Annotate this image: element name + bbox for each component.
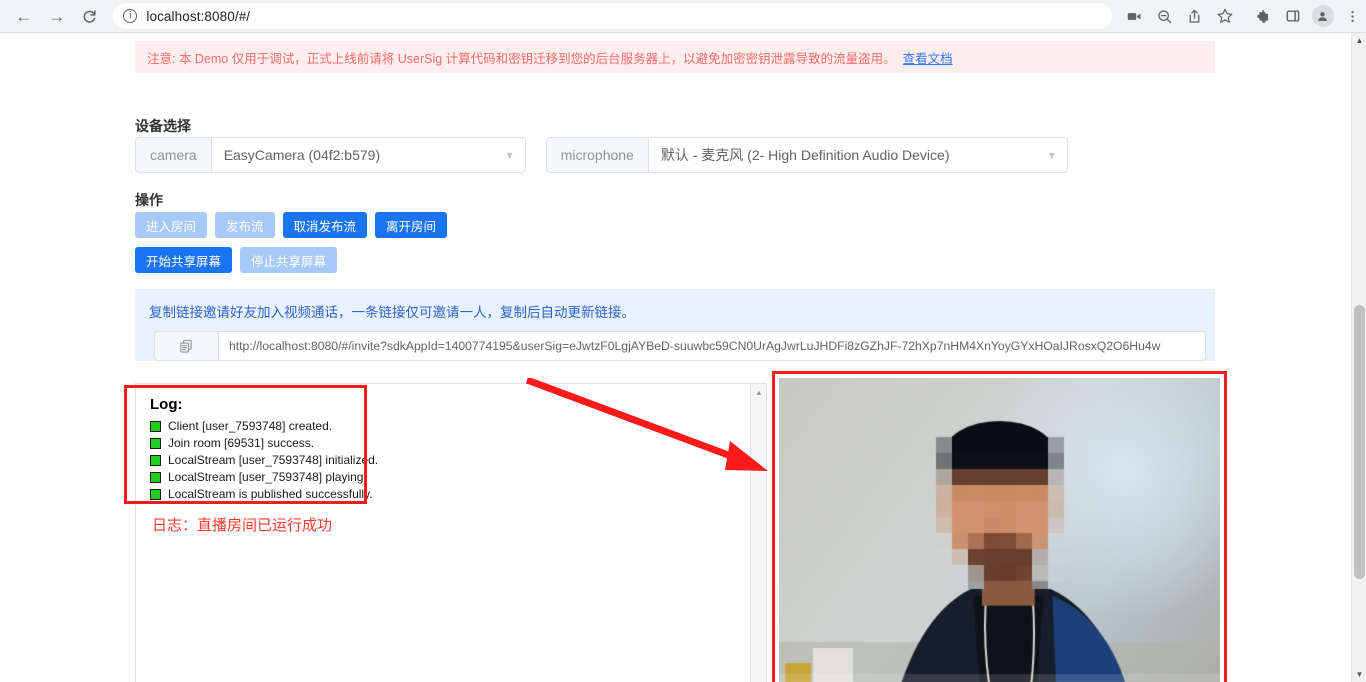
- local-video-player[interactable]: [779, 378, 1220, 682]
- forward-arrow-icon[interactable]: →: [43, 2, 70, 30]
- microphone-select-group: microphone 默认 - 麦克风 (2- High Definition …: [545, 137, 1068, 173]
- page-viewport: 注意: 本 Demo 仅用于调试，正式上线前请将 UserSig 计算代码和密钥…: [0, 33, 1366, 682]
- chevron-down-icon: ▾: [506, 148, 513, 162]
- usersig-warning-banner: 注意: 本 Demo 仅用于调试，正式上线前请将 UserSig 计算代码和密钥…: [135, 41, 1215, 73]
- log-entry: Join room [69531] success.: [150, 436, 752, 451]
- bookmark-star-icon[interactable]: [1212, 3, 1238, 29]
- log-entry-text: Client [user_7593748] created.: [168, 419, 333, 433]
- browser-toolbar: ← → i localhost:8080/#/: [0, 0, 1366, 33]
- triangle-down-icon[interactable]: ▼: [1352, 667, 1366, 682]
- page-content: 注意: 本 Demo 仅用于调试，正式上线前请将 UserSig 计算代码和密钥…: [0, 33, 1351, 682]
- log-entry-text: LocalStream [user_7593748] initialized.: [168, 453, 379, 467]
- browser-toolbar-right: [1118, 3, 1366, 29]
- log-content: Log: Client [user_7593748] created. Join …: [136, 384, 766, 516]
- view-docs-link[interactable]: 查看文档: [903, 48, 953, 67]
- camera-record-icon[interactable]: [1122, 3, 1148, 29]
- camera-select-group: camera EasyCamera (04f2:b579) ▾: [135, 137, 526, 173]
- log-status-square-icon: [150, 438, 161, 449]
- log-entry: Client [user_7593748] created.: [150, 419, 752, 434]
- log-status-square-icon: [150, 489, 161, 500]
- log-status-square-icon: [150, 421, 161, 432]
- operation-button-row: 开始共享屏幕 停止共享屏幕: [135, 247, 447, 273]
- log-entry-text: LocalStream [user_7593748] playing.: [168, 470, 367, 484]
- video-frame: [779, 378, 1220, 682]
- operation-button: 进入房间: [135, 212, 208, 238]
- log-entry: LocalStream [user_7593748] playing.: [150, 470, 752, 485]
- copy-icon[interactable]: [154, 331, 218, 361]
- operation-section-title: 操作: [135, 192, 163, 208]
- camera-select-value: EasyCamera (04f2:b579): [223, 147, 381, 163]
- microphone-select-label: microphone: [545, 137, 648, 173]
- operation-buttons: 进入房间 发布流 取消发布流 离开房间 开始共享屏幕 停止共享屏幕: [135, 212, 448, 282]
- device-section-title: 设备选择: [135, 118, 191, 134]
- log-status-square-icon: [150, 472, 161, 483]
- reload-icon[interactable]: [76, 2, 103, 30]
- three-dot-menu-icon[interactable]: [1340, 3, 1366, 29]
- zoom-out-icon[interactable]: [1152, 3, 1178, 29]
- profile-avatar-icon[interactable]: [1310, 3, 1336, 29]
- log-list: Client [user_7593748] created. Join room …: [150, 419, 752, 502]
- page-scrollbar[interactable]: ▲ ▼: [1351, 33, 1366, 682]
- microphone-select-value: 默认 - 麦克风 (2- High Definition Audio Devic…: [660, 147, 950, 163]
- triangle-up-icon[interactable]: ▲: [751, 384, 767, 400]
- log-scrollbar[interactable]: ▲ ▼: [750, 384, 766, 682]
- operation-button: 发布流: [215, 212, 275, 238]
- share-icon[interactable]: [1182, 3, 1208, 29]
- log-heading: Log:: [150, 396, 183, 413]
- log-entry-text: Join room [69531] success.: [168, 436, 315, 450]
- device-select-row: camera EasyCamera (04f2:b579) ▾ micropho…: [135, 137, 1068, 173]
- chevron-down-icon: ▾: [1048, 148, 1055, 162]
- operation-button: 停止共享屏幕: [240, 247, 338, 273]
- log-annotation-text: 日志：直播房间已运行成功: [152, 517, 333, 534]
- triangle-up-icon[interactable]: ▲: [1352, 33, 1366, 48]
- page-scrollbar-thumb[interactable]: [1354, 305, 1365, 579]
- invite-link-input[interactable]: http://localhost:8080/#/invite?sdkAppId=…: [218, 331, 1206, 361]
- extensions-puzzle-icon[interactable]: [1250, 3, 1276, 29]
- log-entry-text: LocalStream is published successfully.: [168, 487, 373, 501]
- invite-panel: 复制链接邀请好友加入视频通话，一条链接仅可邀请一人，复制后自动更新链接。 htt…: [135, 289, 1215, 361]
- back-arrow-icon[interactable]: ←: [10, 2, 37, 30]
- camera-select-label: camera: [135, 137, 211, 173]
- invite-link-field: http://localhost:8080/#/invite?sdkAppId=…: [154, 331, 1206, 361]
- operation-button[interactable]: 取消发布流: [282, 212, 368, 238]
- side-panel-icon[interactable]: [1280, 3, 1306, 29]
- microphone-select[interactable]: 默认 - 麦克风 (2- High Definition Audio Devic…: [647, 137, 1068, 173]
- log-status-square-icon: [150, 455, 161, 466]
- operation-button[interactable]: 离开房间: [375, 212, 448, 238]
- log-entry: LocalStream [user_7593748] initialized.: [150, 453, 752, 468]
- operation-button-row: 进入房间 发布流 取消发布流 离开房间: [135, 212, 448, 238]
- address-bar-url: localhost:8080/#/: [146, 8, 251, 24]
- invite-tip-text: 复制链接邀请好友加入视频通话，一条链接仅可邀请一人，复制后自动更新链接。: [149, 305, 635, 320]
- warning-banner-text: 注意: 本 Demo 仅用于调试，正式上线前请将 UserSig 计算代码和密钥…: [147, 51, 896, 66]
- operation-button[interactable]: 开始共享屏幕: [135, 247, 233, 273]
- camera-select[interactable]: EasyCamera (04f2:b579) ▾: [210, 137, 526, 173]
- address-bar[interactable]: i localhost:8080/#/: [113, 3, 1112, 29]
- log-entry: LocalStream is published successfully.: [150, 487, 752, 502]
- info-circle-icon[interactable]: i: [123, 9, 138, 23]
